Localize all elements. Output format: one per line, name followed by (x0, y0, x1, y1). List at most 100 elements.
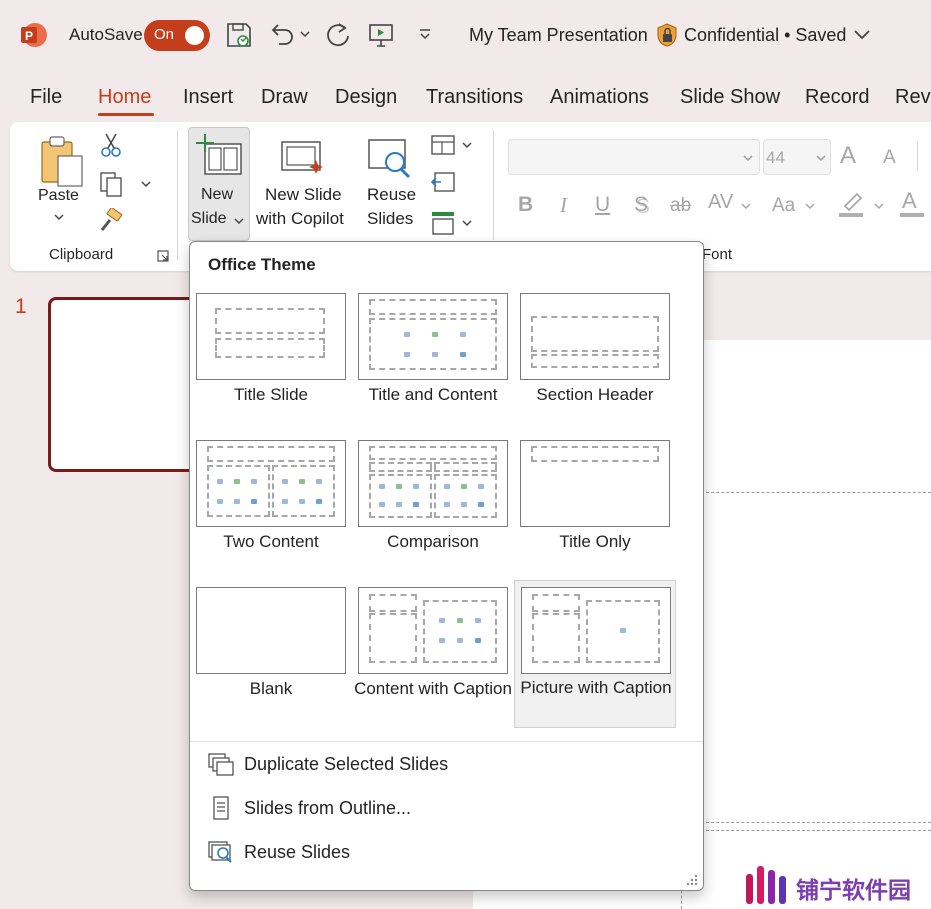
layout-two-content[interactable]: Two Content (190, 430, 352, 576)
slide-thumbnail[interactable] (48, 297, 208, 472)
layout-dropdown-icon[interactable] (461, 140, 473, 150)
title-chevron-down-icon[interactable] (853, 28, 871, 42)
layout-thumbnail (196, 440, 346, 527)
layout-thumbnail (521, 587, 671, 674)
tab-insert[interactable]: Insert (183, 86, 233, 109)
placeholder (369, 594, 417, 612)
tab-animations[interactable]: Animations (550, 86, 649, 109)
tab-file[interactable]: File (30, 86, 62, 109)
placeholder (272, 465, 335, 517)
placeholder (215, 308, 325, 334)
placeholder (434, 474, 497, 518)
highlight-icon[interactable] (837, 188, 865, 218)
undo-icon[interactable] (268, 20, 296, 50)
change-case-dropdown-icon[interactable] (804, 201, 816, 211)
undo-dropdown-icon[interactable] (299, 29, 311, 39)
change-case-button[interactable]: Aa (772, 195, 795, 217)
italic-button[interactable]: I (560, 193, 567, 218)
format-painter-icon[interactable] (98, 208, 124, 234)
layout-title-and-content[interactable]: Title and Content (352, 283, 514, 429)
autosave-toggle[interactable]: On (144, 20, 210, 51)
new-slide-copilot-label-1[interactable]: New Slide (265, 185, 342, 205)
character-spacing-button[interactable]: AV (708, 191, 733, 214)
clipboard-launcher-icon[interactable] (157, 250, 169, 262)
placeholder (532, 613, 580, 663)
layout-blank[interactable]: Blank (190, 577, 352, 723)
layout-comparison[interactable]: Comparison (352, 430, 514, 576)
section-icon[interactable] (430, 210, 456, 236)
layout-label: Title and Content (368, 385, 498, 404)
new-slide-copilot-label-2[interactable]: with Copilot (256, 209, 344, 229)
font-name-dropdown[interactable] (508, 139, 760, 175)
layout-thumbnail (520, 293, 670, 380)
underline-button[interactable]: U (595, 193, 610, 217)
reset-slide-icon[interactable] (430, 170, 456, 194)
tab-draw[interactable]: Draw (261, 86, 308, 109)
new-slide-chevron-down-icon (234, 218, 244, 225)
layout-label: Title Slide (233, 385, 308, 404)
toggle-state: On (154, 26, 175, 43)
autosave-label: AutoSave (69, 25, 143, 44)
reuse-slides-label-2[interactable]: Slides (367, 209, 413, 229)
placeholder (207, 446, 335, 462)
tab-slide-show[interactable]: Slide Show (680, 86, 780, 109)
font-size-dropdown[interactable]: 44 (763, 139, 831, 175)
sensitivity-status[interactable]: Confidential • Saved (684, 25, 846, 46)
layout-thumbnail (358, 293, 508, 380)
customize-qat-icon[interactable] (416, 26, 434, 44)
slides-from-outline-item[interactable]: Slides from Outline... (190, 788, 703, 828)
reuse-slides-item[interactable]: Reuse Slides (190, 832, 703, 872)
layout-icon[interactable] (430, 134, 456, 156)
new-slide-button[interactable]: New Slide (188, 127, 250, 241)
font-color-button[interactable]: A (902, 188, 917, 214)
watermark-text: 铺宁软件园 (796, 877, 911, 903)
watermark-bars-icon (746, 866, 786, 904)
bold-button[interactable]: B (518, 193, 533, 217)
subtitle-placeholder-border (706, 830, 931, 831)
tab-record[interactable]: Record (805, 86, 869, 109)
copy-icon[interactable] (98, 170, 124, 198)
present-from-start-icon[interactable] (367, 20, 395, 50)
spacing-dropdown-icon[interactable] (740, 201, 752, 211)
reuse-slides-icon[interactable] (367, 136, 413, 182)
group-separator (177, 130, 178, 260)
cut-icon[interactable] (100, 132, 122, 158)
new-slide-label-2: Slide (191, 210, 227, 227)
duplicate-selected-slides-item[interactable]: Duplicate Selected Slides (190, 744, 703, 784)
document-title[interactable]: My Team Presentation (469, 25, 648, 46)
save-icon[interactable] (225, 20, 253, 50)
tab-design[interactable]: Design (335, 86, 397, 109)
paste-label[interactable]: Paste (38, 187, 79, 205)
copy-dropdown-icon[interactable] (140, 179, 152, 189)
subtitle-placeholder-border (706, 822, 931, 823)
reuse-slides-label-1[interactable]: Reuse (367, 185, 416, 205)
font-group-label: Font (702, 246, 733, 263)
tab-review[interactable]: Revi (895, 86, 931, 109)
tab-transitions[interactable]: Transitions (426, 86, 523, 109)
highlight-dropdown-icon[interactable] (873, 201, 885, 211)
font-size-chevron-icon (816, 155, 826, 162)
slides-from-outline-label: Slides from Outline... (244, 798, 412, 818)
grow-font-button[interactable]: A (840, 142, 856, 170)
paste-icon[interactable] (38, 134, 86, 194)
layout-content-with-caption[interactable]: Content with Caption (352, 577, 514, 731)
layout-section-header[interactable]: Section Header (514, 283, 676, 429)
clipboard-group-label: Clipboard (49, 246, 114, 263)
resize-grip-icon[interactable] (686, 874, 698, 886)
paste-dropdown-icon[interactable] (53, 212, 65, 222)
shadow-button[interactable]: S (634, 193, 648, 217)
shrink-font-button[interactable]: A (883, 147, 896, 169)
new-slide-copilot-icon[interactable] (280, 136, 326, 180)
tab-home[interactable]: Home (98, 86, 151, 109)
toggle-knob (185, 26, 204, 45)
layout-title-only[interactable]: Title Only (514, 430, 676, 576)
placeholder (215, 338, 325, 358)
font-color-swatch (900, 213, 924, 217)
redo-icon[interactable] (325, 20, 353, 50)
strikethrough-button[interactable]: ab (670, 195, 691, 217)
section-dropdown-icon[interactable] (461, 218, 473, 228)
layout-picture-with-caption[interactable]: Picture with Caption (514, 580, 676, 728)
powerpoint-logo-icon: P (21, 23, 47, 47)
layout-title-slide[interactable]: Title Slide (190, 283, 352, 429)
font-name-chevron-icon (743, 155, 753, 162)
